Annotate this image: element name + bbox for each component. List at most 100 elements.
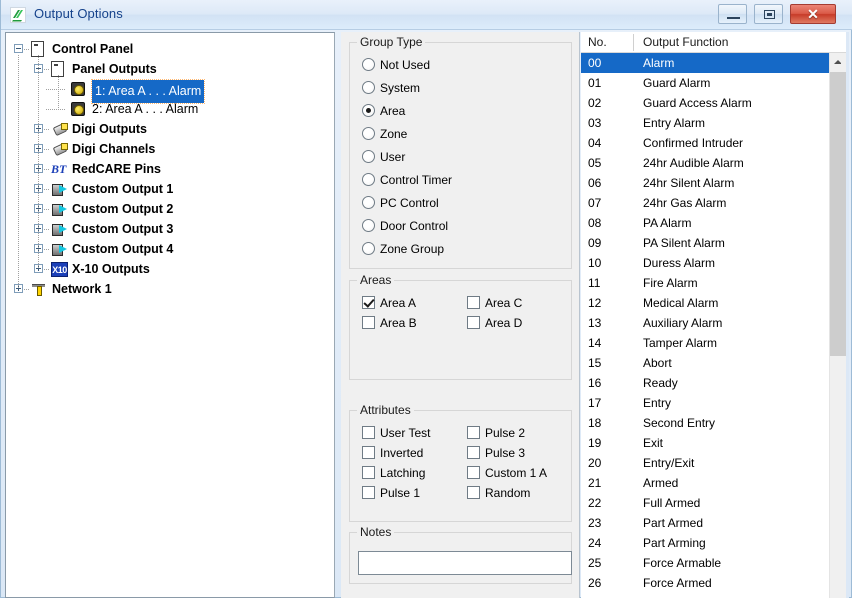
tree-node[interactable]: Panel Outputs [6, 59, 334, 79]
checkbox-indicator[interactable] [362, 296, 375, 309]
column-divider[interactable] [633, 34, 634, 51]
list-item[interactable]: 12 Medical Alarm [581, 293, 849, 313]
tree-node[interactable]: 2: Area A . . . Alarm [6, 99, 334, 119]
tree-node[interactable]: Custom Output 4 [6, 239, 334, 259]
checkbox-indicator[interactable] [467, 316, 480, 329]
list-item-number: 01 [588, 76, 602, 90]
tree-node[interactable]: Control Panel [6, 39, 334, 59]
tree-node[interactable]: Digi Channels [6, 139, 334, 159]
notes-groupbox: Notes [349, 525, 572, 584]
tree-connector [44, 189, 50, 190]
output-function-list[interactable]: No. Output Function 00 Alarm 01 Guard Alarm… [581, 32, 849, 598]
radio-label: Not Used [380, 58, 431, 72]
list-item[interactable]: 13 Auxiliary Alarm [581, 313, 849, 333]
list-item[interactable]: 16 Ready [581, 373, 849, 393]
checkbox-indicator[interactable] [467, 426, 480, 439]
tree-node[interactable]: BT RedCARE Pins [6, 159, 334, 179]
tree-node[interactable]: Custom Output 2 [6, 199, 334, 219]
list-item[interactable]: 26 Force Armed [581, 573, 849, 593]
list-item-number: 20 [588, 456, 602, 470]
radio-label: Door Control [380, 219, 449, 233]
list-item[interactable]: 04 Confirmed Intruder [581, 133, 849, 153]
list-item[interactable]: 15 Abort [581, 353, 849, 373]
list-item[interactable]: 03 Entry Alarm [581, 113, 849, 133]
list-item[interactable]: 23 Part Armed [581, 513, 849, 533]
list-scrollbar[interactable] [829, 53, 846, 598]
tree-node[interactable]: Digi Outputs [6, 119, 334, 139]
tree-node[interactable]: 1: Area A . . . Alarm [6, 79, 334, 104]
list-item-number: 24 [588, 536, 602, 550]
checkbox-indicator[interactable] [467, 466, 480, 479]
list-item-function: Part Armed [643, 516, 704, 530]
tree-guide-line [18, 55, 19, 289]
checkbox-indicator[interactable] [362, 316, 375, 329]
radio-label: Zone [380, 127, 408, 141]
radio-indicator[interactable] [362, 104, 375, 117]
notes-title: Notes [357, 525, 395, 539]
collapse-minus-icon[interactable] [14, 44, 23, 53]
checkbox-indicator[interactable] [467, 296, 480, 309]
list-item[interactable]: 08 PA Alarm [581, 213, 849, 233]
window-title: Output Options [34, 6, 123, 21]
list-item[interactable]: 02 Guard Access Alarm [581, 93, 849, 113]
list-item[interactable]: 09 PA Silent Alarm [581, 233, 849, 253]
tree-node[interactable]: X10 X-10 Outputs [6, 259, 334, 279]
scroll-up-button[interactable] [830, 53, 846, 70]
radio-label: System [380, 81, 421, 95]
scrollbar-thumb[interactable] [830, 72, 846, 356]
radio-indicator[interactable] [362, 150, 375, 163]
list-item[interactable]: 17 Entry [581, 393, 849, 413]
list-item[interactable]: 22 Full Armed [581, 493, 849, 513]
checkbox-indicator[interactable] [362, 446, 375, 459]
tree-connector [44, 169, 50, 170]
custom-output-icon [51, 222, 69, 236]
checkbox-indicator[interactable] [467, 486, 480, 499]
list-item[interactable]: 19 Exit [581, 433, 849, 453]
list-item[interactable]: 14 Tamper Alarm [581, 333, 849, 353]
radio-indicator[interactable] [362, 127, 375, 140]
checkbox-indicator[interactable] [362, 426, 375, 439]
radio-label: User [380, 150, 406, 164]
tree-node-label: Panel Outputs [72, 62, 157, 76]
tree-connector [44, 229, 50, 230]
tree-node[interactable]: Custom Output 3 [6, 219, 334, 239]
list-item-function: Medical Alarm [643, 296, 719, 310]
checkbox-indicator[interactable] [467, 446, 480, 459]
tree-node-label: Custom Output 3 [72, 222, 174, 236]
list-item[interactable]: 00 Alarm [581, 53, 849, 73]
list-item[interactable]: 06 24hr Silent Alarm [581, 173, 849, 193]
output-tree[interactable]: Control Panel Panel Outputs 1: Area A . . … [5, 32, 335, 598]
list-item-number: 00 [588, 56, 602, 70]
list-item[interactable]: 07 24hr Gas Alarm [581, 193, 849, 213]
attributes-title: Attributes [357, 403, 414, 417]
list-item[interactable]: 24 Part Arming [581, 533, 849, 553]
minimize-button[interactable] [718, 4, 747, 24]
tree-node[interactable]: Custom Output 1 [6, 179, 334, 199]
list-item-number: 10 [588, 256, 602, 270]
radio-indicator[interactable] [362, 219, 375, 232]
maximize-button[interactable] [754, 4, 783, 24]
tree-node[interactable]: Network 1 [6, 279, 334, 299]
checkbox-indicator[interactable] [362, 466, 375, 479]
checkbox-indicator[interactable] [362, 486, 375, 499]
list-item-number: 19 [588, 436, 602, 450]
list-item[interactable]: 21 Armed [581, 473, 849, 493]
radio-indicator[interactable] [362, 242, 375, 255]
radio-indicator[interactable] [362, 196, 375, 209]
radio-indicator[interactable] [362, 58, 375, 71]
radio-indicator[interactable] [362, 173, 375, 186]
tree-connector [46, 109, 66, 110]
list-item[interactable]: 18 Second Entry [581, 413, 849, 433]
list-item[interactable]: 20 Entry/Exit [581, 453, 849, 473]
list-item[interactable]: 11 Fire Alarm [581, 273, 849, 293]
list-item[interactable]: 10 Duress Alarm [581, 253, 849, 273]
list-item[interactable]: 05 24hr Audible Alarm [581, 153, 849, 173]
checkbox-label: Pulse 1 [380, 486, 421, 500]
list-item[interactable]: 25 Force Armable [581, 553, 849, 573]
list-item[interactable]: 01 Guard Alarm [581, 73, 849, 93]
list-item-function: 24hr Silent Alarm [643, 176, 735, 190]
notes-input[interactable] [358, 551, 572, 575]
list-item-function: Alarm [643, 56, 675, 70]
close-button[interactable]: ✕ [790, 4, 836, 24]
radio-indicator[interactable] [362, 81, 375, 94]
